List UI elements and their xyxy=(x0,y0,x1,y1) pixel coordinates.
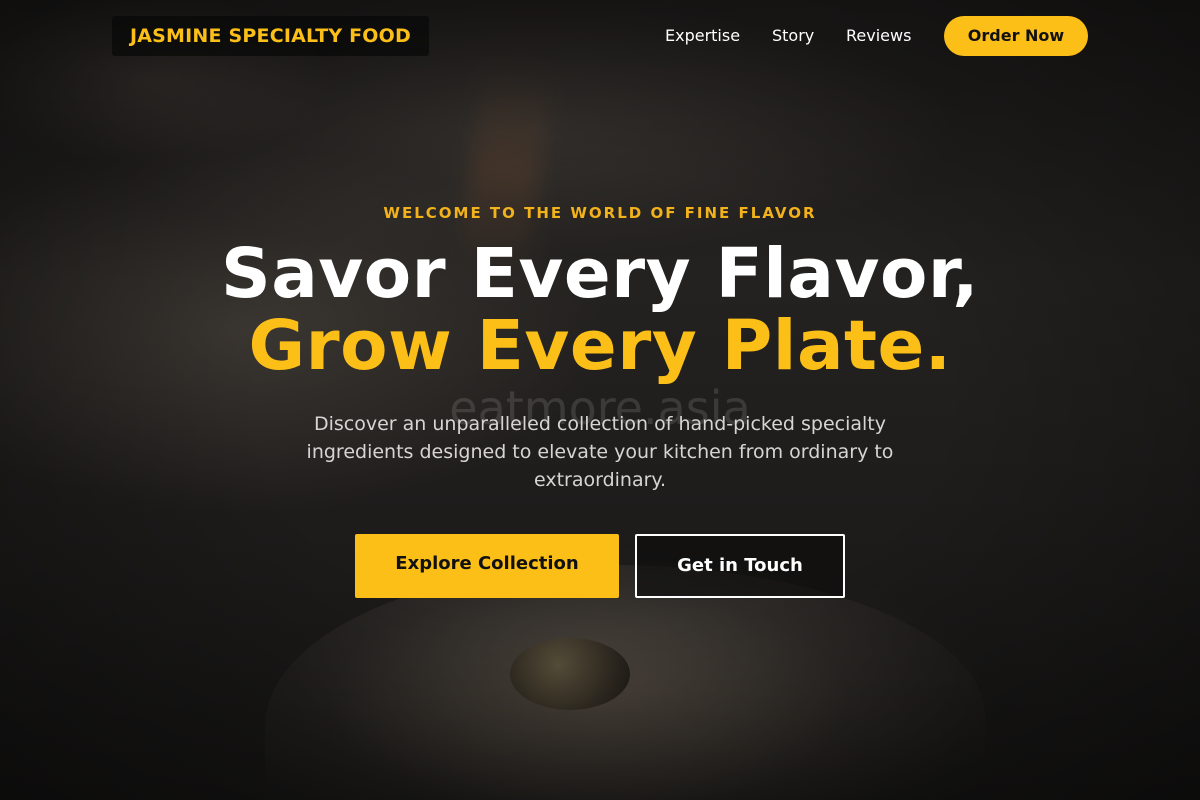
explore-collection-button[interactable]: Explore Collection xyxy=(355,534,619,598)
order-now-button[interactable]: Order Now xyxy=(944,16,1088,56)
get-in-touch-button[interactable]: Get in Touch xyxy=(635,534,845,598)
nav-link-expertise[interactable]: Expertise xyxy=(665,16,740,56)
hero-subtext: Discover an unparalleled collection of h… xyxy=(306,413,894,491)
nav-link-reviews[interactable]: Reviews xyxy=(846,16,911,56)
hero-headline-line2: Grow Every Plate. xyxy=(248,306,952,386)
brand-logo[interactable]: JASMINE SPECIALTY FOOD xyxy=(112,16,429,56)
landing-page: JASMINE SPECIALTY FOOD Expertise Story R… xyxy=(0,0,1200,800)
hero-headline: Savor Every Flavor, Grow Every Plate. xyxy=(0,238,1200,382)
hero-headline-line1: Savor Every Flavor, xyxy=(221,234,979,314)
main-nav: Expertise Story Reviews Order Now xyxy=(648,16,1088,56)
nav-link-story[interactable]: Story xyxy=(772,16,814,56)
hero-eyebrow: WELCOME TO THE WORLD OF FINE FLAVOR xyxy=(383,204,817,222)
